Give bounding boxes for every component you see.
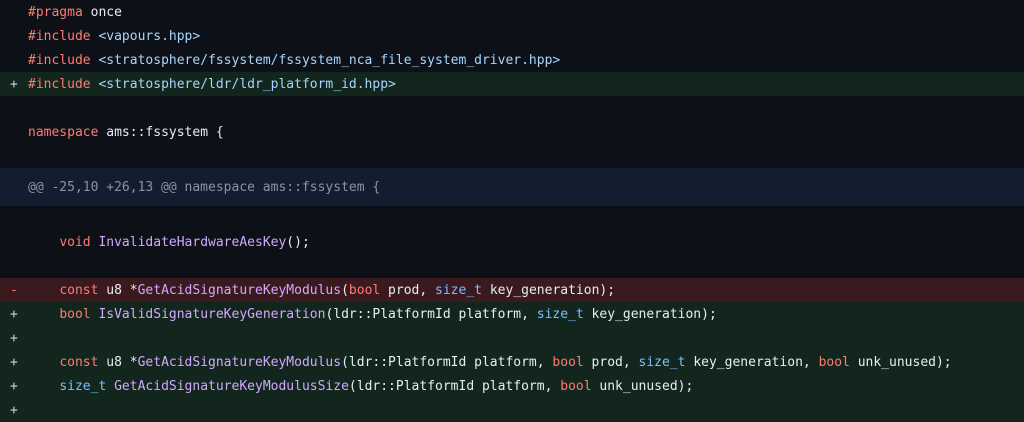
- code-token: const: [59, 282, 99, 298]
- code-token: namespace: [28, 124, 99, 140]
- diff-line-context: #pragma once: [0, 0, 1024, 24]
- diff-line-added: + size_t GetAcidSignatureKeyModulusSize(…: [0, 374, 1024, 398]
- diff-line-context: [0, 96, 1024, 120]
- code-token: unk_unused);: [849, 354, 952, 370]
- code-text: #include <stratosphere/fssystem/fssystem…: [28, 53, 560, 68]
- code-token: bool: [59, 306, 91, 322]
- code-token: (: [341, 282, 349, 298]
- code-token: <stratosphere/fssystem/fssystem_nca_file…: [98, 52, 561, 68]
- code-token: unk_unused);: [591, 378, 694, 394]
- code-text: namespace ams::fssystem {: [28, 125, 224, 140]
- code-text: #include <vapours.hpp>: [28, 29, 200, 44]
- code-token: #pragma: [28, 4, 83, 20]
- code-token: const: [59, 354, 99, 370]
- code-token: key_generation);: [583, 306, 717, 322]
- diff-line-added: +: [0, 398, 1024, 422]
- diff-marker: +: [10, 354, 18, 370]
- code-token: ams::fssystem {: [98, 124, 224, 140]
- code-token: IsValidSignatureKeyGeneration: [98, 306, 326, 322]
- diff-line-context: namespace ams::fssystem {: [0, 120, 1024, 144]
- code-token: size_t: [638, 354, 686, 370]
- diff-marker: +: [10, 306, 18, 322]
- code-token: size_t: [59, 378, 107, 394]
- diff-marker: -: [10, 282, 18, 298]
- code-token: bool: [348, 282, 381, 298]
- code-text: bool IsValidSignatureKeyGeneration(ldr::…: [28, 306, 717, 322]
- diff-marker: +: [10, 76, 18, 92]
- diff-marker: +: [10, 378, 18, 394]
- diff-marker: +: [10, 402, 18, 418]
- code-text: #pragma once: [28, 5, 122, 20]
- code-token: size_t: [435, 282, 482, 298]
- diff-line-added: +: [0, 326, 1024, 350]
- code-text: void InvalidateHardwareAesKey();: [28, 234, 310, 250]
- code-token: GetAcidSignatureKeyModulus: [137, 282, 342, 298]
- code-token: void: [59, 234, 91, 250]
- code-token: (ldr::PlatformId platform,: [348, 378, 561, 394]
- code-token: prod,: [380, 282, 436, 298]
- diff-line-context: void InvalidateHardwareAesKey();: [0, 230, 1024, 254]
- diff-line-context: [0, 206, 1024, 230]
- code-token: ();: [286, 234, 310, 250]
- code-token: GetAcidSignatureKeyModulusSize: [114, 378, 349, 394]
- diff-line-context: [0, 144, 1024, 168]
- diff-line-context: #include <stratosphere/fssystem/fssystem…: [0, 48, 1024, 72]
- code-token: bool: [818, 354, 850, 370]
- code-token: (ldr::PlatformId platform,: [341, 354, 553, 370]
- code-token: size_t: [536, 306, 584, 322]
- diff-line-removed: - const u8 *GetAcidSignatureKeyModulus(b…: [0, 278, 1024, 302]
- code-token: bool: [560, 378, 592, 394]
- code-text: size_t GetAcidSignatureKeyModulusSize(ld…: [28, 379, 693, 394]
- code-token: #include: [28, 76, 91, 92]
- code-token: key_generation);: [482, 282, 616, 298]
- code-token: once: [82, 4, 122, 20]
- code-token: @@ -25,10 +26,13 @@ namespace ams::fssys…: [28, 179, 381, 195]
- code-token: InvalidateHardwareAesKey: [98, 234, 287, 250]
- code-token: u8 *: [98, 354, 138, 370]
- diff-line-added: + const u8 *GetAcidSignatureKeyModulus(l…: [0, 350, 1024, 374]
- code-text: #include <stratosphere/ldr/ldr_platform_…: [28, 77, 396, 92]
- diff-line-context: [0, 254, 1024, 278]
- code-token: key_generation,: [685, 354, 819, 370]
- diff-line-added: + bool IsValidSignatureKeyGeneration(ldr…: [0, 302, 1024, 326]
- code-token: #include: [28, 52, 91, 68]
- hunk-header[interactable]: @@ -25,10 +26,13 @@ namespace ams::fssys…: [0, 168, 1024, 206]
- code-token: prod,: [583, 354, 639, 370]
- code-token: GetAcidSignatureKeyModulus: [137, 354, 342, 370]
- code-text: @@ -25,10 +26,13 @@ namespace ams::fssys…: [28, 180, 380, 195]
- code-token: (ldr::PlatformId platform,: [325, 306, 537, 322]
- diff-line-context: #include <vapours.hpp>: [0, 24, 1024, 48]
- diff-line-added: + #include <stratosphere/ldr/ldr_platform…: [0, 72, 1024, 96]
- diff-view: #pragma once #include <vapours.hpp> #inclu…: [0, 0, 1024, 422]
- code-token: #include: [28, 28, 91, 44]
- code-token: <stratosphere/ldr/ldr_platform_id.hpp>: [98, 76, 396, 92]
- code-token: <vapours.hpp>: [98, 28, 201, 44]
- code-token: bool: [552, 354, 584, 370]
- code-text: const u8 *GetAcidSignatureKeyModulus(ldr…: [28, 354, 952, 370]
- code-token: u8 *: [98, 282, 138, 298]
- diff-marker: +: [10, 330, 18, 346]
- code-text: const u8 *GetAcidSignatureKeyModulus(boo…: [28, 283, 615, 298]
